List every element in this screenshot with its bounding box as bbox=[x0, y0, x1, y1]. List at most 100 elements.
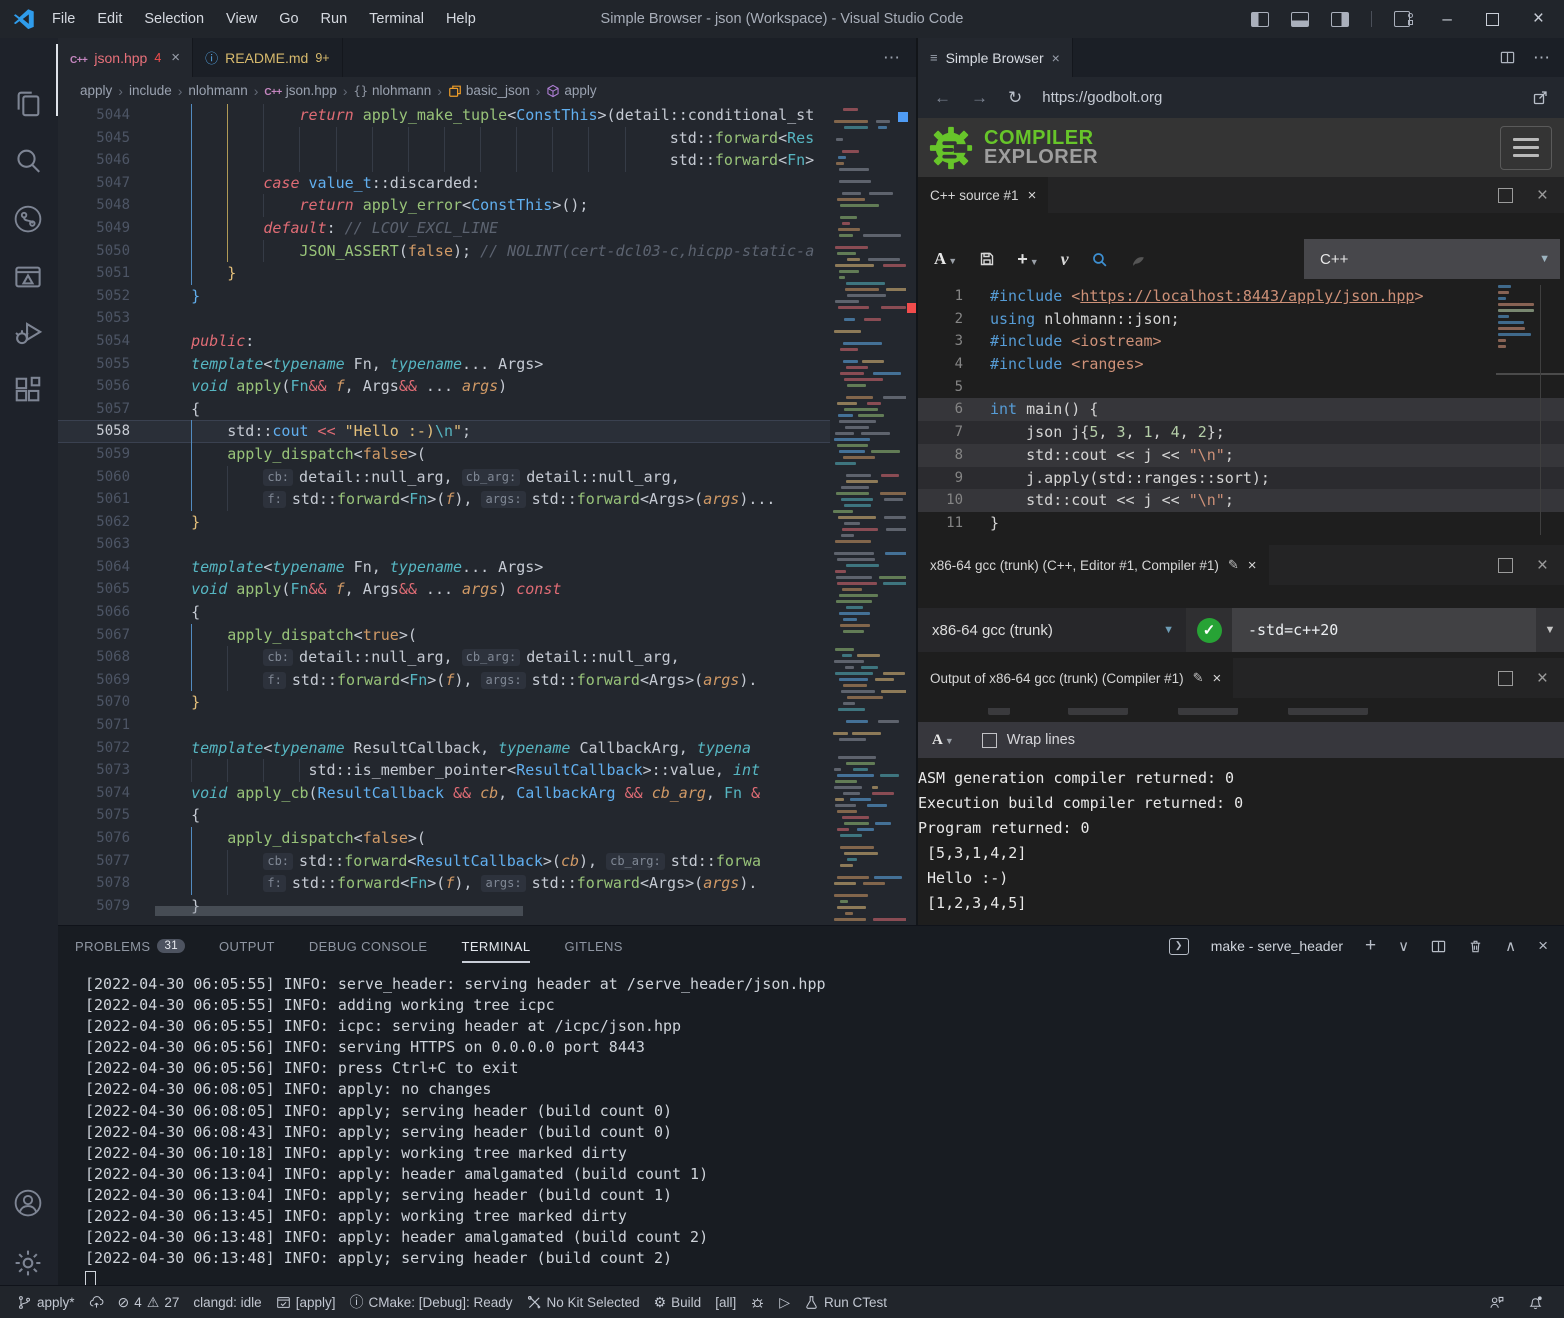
breadcrumb-item-basic_json[interactable]: basic_json bbox=[448, 83, 530, 98]
breadcrumb-item-nlohmann[interactable]: nlohmann bbox=[188, 83, 247, 98]
toggle-sidebar-icon[interactable] bbox=[1251, 12, 1269, 27]
compiler-options-input[interactable]: -std=c++20 bbox=[1232, 608, 1536, 652]
minimap[interactable] bbox=[830, 104, 906, 925]
code-line[interactable]: 5053 bbox=[58, 307, 830, 330]
split-editor-icon[interactable] bbox=[1500, 50, 1515, 65]
sidebar-source-control-icon[interactable] bbox=[13, 204, 45, 236]
menu-terminal[interactable]: Terminal bbox=[358, 0, 435, 38]
code-line[interactable]: 5054public: bbox=[58, 330, 830, 353]
quick-bench-icon[interactable] bbox=[1130, 251, 1147, 268]
status-build[interactable]: ⚙Build bbox=[647, 1286, 709, 1318]
save-icon[interactable] bbox=[979, 251, 995, 267]
tab-json.hpp[interactable]: C++json.hpp4× bbox=[58, 38, 193, 77]
menu-help[interactable]: Help bbox=[435, 0, 487, 38]
godbolt-code-line[interactable]: 2using nlohmann::json; bbox=[918, 308, 1564, 331]
toggle-secondary-sidebar-icon[interactable] bbox=[1331, 12, 1349, 27]
maximize-panel-icon[interactable]: ∧ bbox=[1505, 937, 1516, 955]
add-pane-icon[interactable]: +▼ bbox=[1017, 249, 1038, 270]
status-apply-[interactable]: apply* bbox=[10, 1286, 82, 1318]
code-line[interactable]: 5062} bbox=[58, 511, 830, 534]
godbolt-code-line[interactable]: 5 bbox=[918, 376, 1564, 399]
code-line[interactable]: 5058std::cout << "Hello :-)\n"; bbox=[58, 420, 830, 443]
close-icon[interactable]: × bbox=[1213, 671, 1222, 686]
menu-go[interactable]: Go bbox=[268, 0, 309, 38]
font-size-icon[interactable]: A▼ bbox=[934, 249, 957, 269]
horizontal-scrollbar[interactable] bbox=[155, 906, 523, 916]
code-line[interactable]: 5078f:std::forward<Fn>(f), args:std::for… bbox=[58, 872, 830, 895]
account-icon[interactable] bbox=[13, 1188, 45, 1220]
maximize-pane-icon[interactable] bbox=[1498, 188, 1513, 203]
close-icon[interactable]: × bbox=[1248, 558, 1257, 573]
panel-tab-output[interactable]: OUTPUT bbox=[219, 939, 275, 954]
sidebar-cmake-view-icon[interactable] bbox=[13, 262, 45, 294]
close-pane-icon[interactable]: × bbox=[1537, 556, 1548, 575]
settings-gear-icon[interactable] bbox=[13, 1248, 45, 1280]
rename-icon[interactable]: ✎ bbox=[1228, 557, 1239, 573]
code-line[interactable]: 5074void apply_cb(ResultCallback && cb, … bbox=[58, 782, 830, 805]
status-launch-icon[interactable]: ▷ bbox=[772, 1286, 797, 1318]
code-line[interactable]: 5061f:std::forward<Fn>(f), args:std::for… bbox=[58, 488, 830, 511]
code-line[interactable]: 5066{ bbox=[58, 601, 830, 624]
font-size-icon[interactable]: A▼ bbox=[932, 731, 954, 749]
breadcrumb-item-json.hpp[interactable]: C++json.hpp bbox=[264, 83, 336, 98]
code-line[interactable]: 5064template<typename Fn, typename... Ar… bbox=[58, 556, 830, 579]
godbolt-code-line[interactable]: 3#include <iostream> bbox=[918, 330, 1564, 353]
minimize-button[interactable]: – bbox=[1442, 0, 1451, 38]
close-pane-icon[interactable]: × bbox=[1537, 186, 1548, 205]
status--all-[interactable]: [all] bbox=[708, 1286, 743, 1318]
code-line[interactable]: 5060cb:detail::null_arg, cb_arg:detail::… bbox=[58, 466, 830, 489]
code-editor[interactable]: 5044return apply_make_tuple<ConstThis>(d… bbox=[58, 104, 830, 925]
code-line[interactable]: 5067apply_dispatch<true>( bbox=[58, 624, 830, 647]
menu-file[interactable]: File bbox=[41, 0, 86, 38]
tab-compiler[interactable]: x86-64 gcc (trunk) (C++, Editor #1, Comp… bbox=[918, 545, 1269, 585]
panel-tab-gitlens[interactable]: GITLENS bbox=[564, 939, 622, 954]
code-line[interactable]: 5055template<typename Fn, typename... Ar… bbox=[58, 353, 830, 376]
code-line[interactable]: 5052} bbox=[58, 285, 830, 308]
code-line[interactable]: 5049default: // LCOV_EXCL_LINE bbox=[58, 217, 830, 240]
close-icon[interactable]: × bbox=[171, 49, 180, 66]
tab-README.md[interactable]: ⓘREADME.md9+ bbox=[193, 38, 343, 77]
close-icon[interactable]: × bbox=[1028, 188, 1037, 203]
code-line[interactable]: 5051} bbox=[58, 262, 830, 285]
code-line[interactable]: 5077cb:std::forward<ResultCallback>(cb),… bbox=[58, 850, 830, 873]
status-run-ctest[interactable]: Run CTest bbox=[797, 1286, 894, 1318]
code-line[interactable]: 5059apply_dispatch<false>( bbox=[58, 443, 830, 466]
url-input[interactable]: https://godbolt.org bbox=[1042, 89, 1512, 106]
godbolt-code-line[interactable]: 7 json j{5, 3, 1, 4, 2}; bbox=[918, 421, 1564, 444]
terminal-dropdown-icon[interactable]: ∨ bbox=[1398, 937, 1409, 955]
status-cmake-debug-ready[interactable]: ⓘCMake: [Debug]: Ready bbox=[342, 1286, 519, 1318]
godbolt-code-line[interactable]: 10 std::cout << j << "\n"; bbox=[918, 489, 1564, 512]
godbolt-code-line[interactable]: 9 j.apply(std::ranges::sort); bbox=[918, 467, 1564, 490]
code-line[interactable]: 5050JSON_ASSERT(false); // NOLINT(cert-d… bbox=[58, 240, 830, 263]
menu-edit[interactable]: Edit bbox=[86, 0, 133, 38]
compiler-select[interactable]: x86-64 gcc (trunk) ▼ bbox=[918, 608, 1186, 652]
code-line[interactable]: 5068cb:detail::null_arg, cb_arg:detail::… bbox=[58, 646, 830, 669]
maximize-pane-icon[interactable] bbox=[1498, 558, 1513, 573]
code-line[interactable]: 5076apply_dispatch<false>( bbox=[58, 827, 830, 850]
close-icon[interactable]: × bbox=[1052, 50, 1060, 66]
tab-output[interactable]: Output of x86-64 gcc (trunk) (Compiler #… bbox=[918, 658, 1233, 698]
menu-selection[interactable]: Selection bbox=[133, 0, 215, 38]
kill-terminal-icon[interactable] bbox=[1468, 939, 1483, 954]
open-external-icon[interactable] bbox=[1532, 90, 1548, 106]
reload-icon[interactable]: ↻ bbox=[1008, 88, 1022, 108]
terminal-instance-label[interactable]: make - serve_header bbox=[1211, 938, 1343, 954]
status--apply-[interactable]: [apply] bbox=[269, 1286, 343, 1318]
godbolt-code-line[interactable]: 6int main() { bbox=[918, 398, 1564, 421]
godbolt-code-line[interactable]: 4#include <ranges> bbox=[918, 353, 1564, 376]
back-icon[interactable]: ← bbox=[934, 88, 951, 108]
status-no-kit-selected[interactable]: No Kit Selected bbox=[520, 1286, 647, 1318]
breadcrumb-item-apply[interactable]: apply bbox=[546, 83, 596, 98]
code-line[interactable]: 5070} bbox=[58, 691, 830, 714]
godbolt-code-line[interactable]: 1#include <https://localhost:8443/apply/… bbox=[918, 285, 1564, 308]
code-line[interactable]: 5072template<typename ResultCallback, ty… bbox=[58, 737, 830, 760]
code-line[interactable]: 5044return apply_make_tuple<ConstThis>(d… bbox=[58, 104, 830, 127]
sidebar-run-debug-icon[interactable] bbox=[13, 318, 45, 350]
status-debug-icon[interactable] bbox=[743, 1286, 772, 1318]
forward-icon[interactable]: → bbox=[971, 88, 988, 108]
sidebar-extensions-icon[interactable] bbox=[13, 375, 45, 407]
terminal-output[interactable]: [2022-04-30 06:05:55] INFO: serve_header… bbox=[85, 974, 1545, 1274]
tab-simple-browser[interactable]: ≡ Simple Browser × bbox=[918, 38, 1073, 77]
menu-run[interactable]: Run bbox=[310, 0, 359, 38]
tab-cpp-source[interactable]: C++ source #1 × bbox=[918, 177, 1048, 213]
